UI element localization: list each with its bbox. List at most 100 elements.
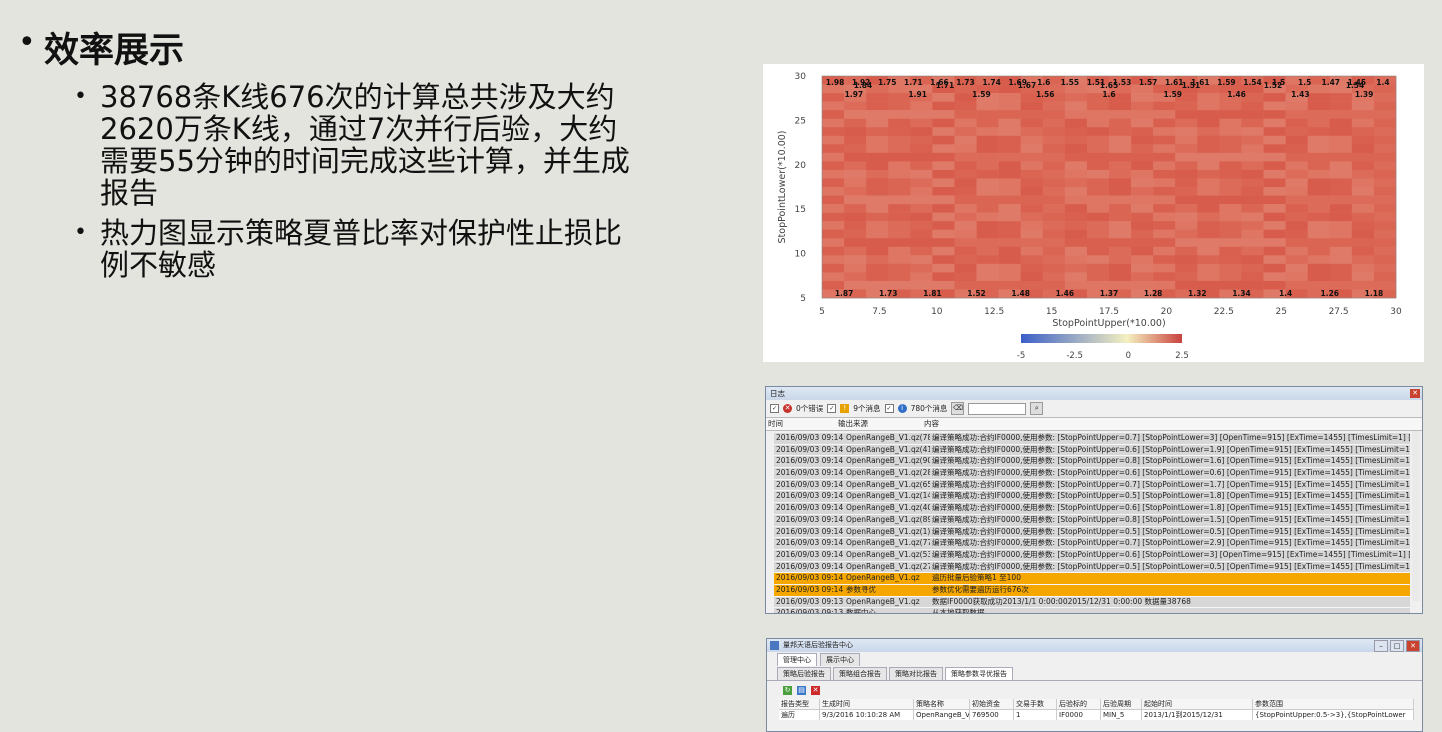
- x-tick-label: 25: [1275, 307, 1286, 317]
- table-row[interactable]: 2016/09/03 09:14:10OpenRangeB_V1.qz(90)编…: [774, 456, 1410, 469]
- column-header-content[interactable]: 内容: [922, 418, 1422, 430]
- heatmap-cell: [998, 263, 1021, 273]
- heatmap-cell: [1153, 110, 1176, 119]
- log-time: 2016/09/03 09:14:08: [776, 584, 844, 594]
- column-header[interactable]: 生成时间: [820, 699, 914, 709]
- heatmap-cell: [1042, 187, 1066, 196]
- heatmap-cell: [822, 178, 845, 188]
- heatmap-cell: [866, 93, 889, 102]
- heatmap-cell: [844, 204, 867, 213]
- column-header[interactable]: 初始资金: [970, 699, 1014, 709]
- table-row[interactable]: 2016/09/03 09:14:10OpenRangeB_V1.qz(78)编…: [774, 433, 1410, 445]
- heatmap-cell: [1086, 221, 1110, 230]
- column-header[interactable]: 策略名称: [914, 699, 970, 709]
- heatmap-cell: [1373, 229, 1397, 239]
- table-row[interactable]: 2016/09/03 09:14:08OpenRangeB_V1.qz 遍历批量后…: [774, 573, 1410, 585]
- tab-backtest-report[interactable]: 策略后验报告: [777, 667, 831, 680]
- vertical-scrollbar[interactable]: [1412, 431, 1420, 601]
- report-center-window: 量邦天语后验报告中心 – □ ✕ 管理中心 展示中心 策略后验报告 策略组合报告…: [766, 638, 1423, 732]
- table-row[interactable]: 2016/09/03 09:13:48数据中心 从本地获取数据: [774, 608, 1410, 613]
- heatmap-cell: [910, 169, 933, 179]
- table-row[interactable]: 2016/09/03 09:13:57OpenRangeB_V1.qz 数据IF0…: [774, 596, 1410, 609]
- table-cell: 1: [1014, 710, 1057, 720]
- log-time: 2016/09/03 09:14:09: [776, 549, 844, 559]
- heatmap-cells: [822, 76, 1397, 299]
- cell-value-label: 1.4: [1376, 78, 1389, 87]
- table-row[interactable]: 2016/09/03 09:14:09OpenRangeB_V1.qz(14)编…: [774, 491, 1410, 504]
- tab-display-center[interactable]: 展示中心: [820, 653, 860, 666]
- close-button[interactable]: ✕: [1410, 389, 1420, 398]
- log-source: OpenRangeB_V1.qz(77): [846, 538, 930, 548]
- heatmap-cell: [1285, 135, 1308, 145]
- heatmap-cell: [866, 161, 889, 171]
- table-row[interactable]: 2016/09/03 09:14:09OpenRangeB_V1.qz(89)编…: [774, 514, 1410, 527]
- heatmap-cell: [1197, 101, 1220, 111]
- heatmap-cell: [1131, 221, 1154, 230]
- errors-filter-checkbox[interactable]: ✓: [770, 404, 779, 413]
- heatmap-cell: [1285, 195, 1308, 205]
- warnings-filter-checkbox[interactable]: ✓: [827, 404, 837, 413]
- column-header-source[interactable]: 输出来源: [836, 418, 922, 430]
- document-icon[interactable]: ▤: [797, 685, 806, 695]
- refresh-icon[interactable]: ↻: [783, 685, 792, 695]
- heatmap-svg: 1.98 1.92 1.75 1.71 1.66 1.73 1.74 1.69 1.6 1.55 1…: [777, 72, 1402, 361]
- log-time: 2016/09/03 09:14:09: [776, 503, 844, 513]
- broom-icon[interactable]: ⌫: [951, 402, 965, 415]
- table-row[interactable]: 2016/09/03 09:14:08参数寻优 参数优化需要遍历运行676次: [774, 584, 1410, 597]
- column-header[interactable]: 交易手数: [1014, 699, 1057, 709]
- table-row[interactable]: 2016/09/03 09:14:09OpenRangeB_V1.qz(65)编…: [774, 479, 1410, 492]
- heatmap-cell: [1329, 178, 1353, 188]
- heatmap-cell: [1307, 118, 1331, 128]
- heatmap-cell: [1064, 246, 1088, 256]
- infos-filter-checkbox[interactable]: ✓: [884, 404, 894, 413]
- heatmap-cell: [1197, 238, 1220, 248]
- table-cell: OpenRangeB_V1: [916, 710, 970, 720]
- heatmap-cell: [1373, 255, 1397, 265]
- heatmap-cell: [1263, 263, 1286, 273]
- heatmap-cell: [1373, 135, 1397, 145]
- log-content: 编译策略成功:合约IF0000,使用参数: [StopPointUpper=0.…: [932, 526, 1410, 536]
- log-content: 编译策略成功:合约IF0000,使用参数: [StopPointUpper=0.…: [932, 479, 1410, 489]
- column-header[interactable]: 报告类型: [779, 699, 820, 709]
- delete-icon[interactable]: ✕: [811, 685, 820, 695]
- column-header[interactable]: 参数范围: [1253, 699, 1414, 709]
- errors-filter-label[interactable]: 0个错误: [796, 403, 823, 414]
- maximize-button[interactable]: □: [1390, 640, 1404, 652]
- heatmap-cell: [1020, 246, 1044, 256]
- heatmap-cell: [1042, 101, 1066, 111]
- tab-management-center[interactable]: 管理中心: [777, 653, 817, 666]
- column-header[interactable]: 起始时间: [1142, 699, 1253, 709]
- table-row[interactable]: 遍历 9/3/2016 10:10:28 AM OpenRangeB_V1 76950…: [779, 710, 1414, 720]
- column-header[interactable]: 后验周期: [1101, 699, 1142, 709]
- heatmap-cell: [998, 178, 1021, 188]
- heatmap-cell: [1219, 187, 1242, 196]
- infos-filter-label[interactable]: 780个消息: [911, 403, 948, 414]
- table-row[interactable]: 2016/09/03 09:14:09OpenRangeB_V1.qz(27)编…: [774, 561, 1410, 574]
- table-row[interactable]: 2016/09/03 09:14:10OpenRangeB_V1.qz(28)编…: [774, 468, 1410, 480]
- heatmap-cell: [822, 144, 845, 154]
- cell-value-label: 1.51: [1182, 81, 1201, 90]
- heatmap-cell: [822, 204, 845, 213]
- warnings-filter-label[interactable]: 9个消息: [853, 403, 880, 414]
- table-row[interactable]: 2016/09/03 09:14:10OpenRangeB_V1.qz(41)编…: [774, 444, 1410, 457]
- tab-compare-report[interactable]: 策略对比报告: [889, 667, 943, 680]
- column-header-time[interactable]: 时间: [766, 418, 836, 430]
- minimize-button[interactable]: –: [1374, 640, 1388, 652]
- tab-portfolio-report[interactable]: 策略组合报告: [833, 667, 887, 680]
- close-button[interactable]: ✕: [1406, 640, 1420, 652]
- heatmap-cell: [1329, 93, 1353, 102]
- table-row[interactable]: 2016/09/03 09:14:09OpenRangeB_V1.qz(53)编…: [774, 549, 1410, 562]
- table-row[interactable]: 2016/09/03 09:14:09OpenRangeB_V1.qz(77)编…: [774, 538, 1410, 550]
- heatmap-cell: [1109, 178, 1132, 188]
- search-icon[interactable]: ⌕: [1030, 402, 1044, 415]
- column-header[interactable]: 后验标的: [1057, 699, 1101, 709]
- table-row[interactable]: 2016/09/03 09:14:09OpenRangeB_V1.qz(1)编译…: [774, 526, 1410, 539]
- search-input[interactable]: [968, 402, 1027, 415]
- tab-optimization-report[interactable]: 策略参数寻优报告: [945, 667, 1013, 680]
- log-content: 数据IF0000获取成功2013/1/1 0:00:002015/12/31 0…: [932, 596, 1191, 606]
- cell-value-label: 1.73: [879, 289, 898, 298]
- heatmap-cell: [1175, 195, 1198, 205]
- table-row[interactable]: 2016/09/03 09:14:09OpenRangeB_V1.qz(40)编…: [774, 503, 1410, 515]
- heatmap-cell: [1307, 161, 1331, 171]
- heatmap-cell: [976, 204, 999, 213]
